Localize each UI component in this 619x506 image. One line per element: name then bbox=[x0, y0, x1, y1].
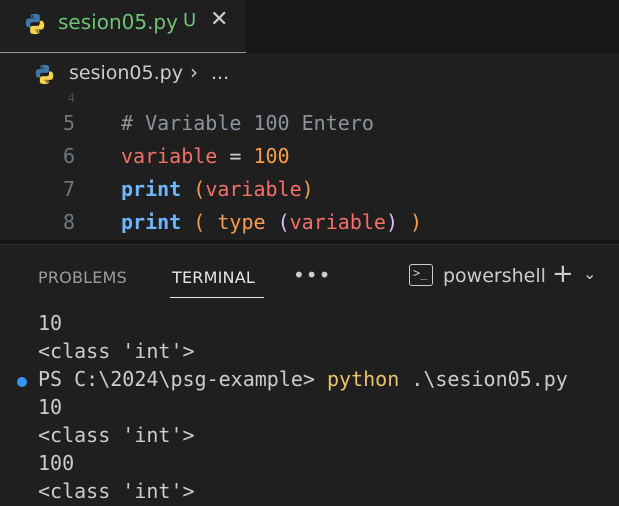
code-token: ( bbox=[193, 177, 206, 201]
code-token: variable bbox=[205, 177, 302, 201]
python-file-icon bbox=[25, 13, 45, 35]
line-number: 5 bbox=[62, 111, 75, 135]
terminal-output-line: <class 'int'> bbox=[38, 423, 195, 447]
code-token: type bbox=[217, 210, 266, 234]
tab-problems[interactable]: PROBLEMS bbox=[38, 268, 127, 287]
code-token: ( bbox=[193, 210, 206, 234]
bottom-panel: PROBLEMS TERMINAL ••• >_ powershell + ⌄ … bbox=[0, 244, 619, 506]
close-icon[interactable]: ✕ bbox=[210, 7, 228, 32]
code-token: ) bbox=[385, 210, 398, 234]
terminal-shell-name[interactable]: powershell bbox=[443, 265, 546, 287]
terminal-output-line: 10 bbox=[38, 311, 63, 335]
breadcrumb-file[interactable]: sesion05.py bbox=[69, 62, 183, 84]
code-line-7: print (variable) bbox=[121, 177, 314, 201]
more-actions-icon[interactable]: ••• bbox=[293, 263, 331, 287]
git-status-badge: U bbox=[183, 10, 197, 31]
line-number: 6 bbox=[62, 144, 75, 168]
new-terminal-icon[interactable]: + bbox=[552, 259, 574, 289]
code-token: ) bbox=[301, 177, 314, 201]
terminal-output-line: <class 'int'> bbox=[38, 339, 195, 363]
code-line-5: # Variable 100 Entero bbox=[121, 111, 374, 135]
editor-tab-sesion05[interactable]: sesion05.py U ✕ bbox=[0, 0, 246, 53]
tab-filename: sesion05.py bbox=[58, 10, 178, 34]
code-token: # Variable 100 Entero bbox=[121, 111, 374, 135]
active-tab-indicator bbox=[170, 297, 264, 298]
code-token: ( bbox=[277, 210, 290, 234]
tab-terminal[interactable]: TERMINAL bbox=[172, 268, 255, 287]
code-token: variable bbox=[289, 210, 386, 234]
terminal-output-line: 100 bbox=[38, 451, 75, 475]
code-token: = bbox=[217, 144, 254, 168]
code-editor[interactable]: 4 5 # Variable 100 Entero 6 variable = 1… bbox=[0, 91, 619, 242]
code-line-6: variable = 100 bbox=[121, 144, 290, 168]
editor-tab-bar: sesion05.py U ✕ bbox=[0, 0, 619, 53]
breadcrumb-separator-icon: › bbox=[190, 60, 198, 84]
terminal-icon[interactable]: >_ bbox=[409, 264, 433, 286]
terminal-output-line: <class 'int'> bbox=[38, 479, 195, 503]
terminal-command: python bbox=[326, 367, 400, 391]
line-number: 7 bbox=[62, 177, 75, 201]
code-token: 100 bbox=[253, 144, 290, 168]
code-line-8: print ( type (variable) ) bbox=[121, 210, 422, 234]
terminal-output-line: 10 bbox=[38, 395, 63, 419]
command-decoration-icon[interactable] bbox=[17, 377, 27, 387]
breadcrumb-symbols[interactable]: ... bbox=[211, 62, 229, 84]
code-token: variable bbox=[121, 144, 218, 168]
chevron-down-icon[interactable]: ⌄ bbox=[583, 264, 596, 283]
terminal-command-arg: .\sesion05.py bbox=[399, 367, 568, 391]
python-file-icon bbox=[35, 64, 54, 85]
code-token: print bbox=[121, 210, 182, 234]
terminal-prompt-line: PS C:\2024\psg-example> python .\sesion0… bbox=[38, 367, 568, 391]
code-token: ) bbox=[410, 210, 423, 234]
code-token: print bbox=[121, 177, 182, 201]
breadcrumb: sesion05.py › ... bbox=[0, 53, 619, 95]
terminal-prompt: PS C:\2024\psg-example> bbox=[38, 367, 327, 391]
line-number-partial: 4 bbox=[67, 91, 75, 105]
line-number: 8 bbox=[62, 210, 75, 234]
